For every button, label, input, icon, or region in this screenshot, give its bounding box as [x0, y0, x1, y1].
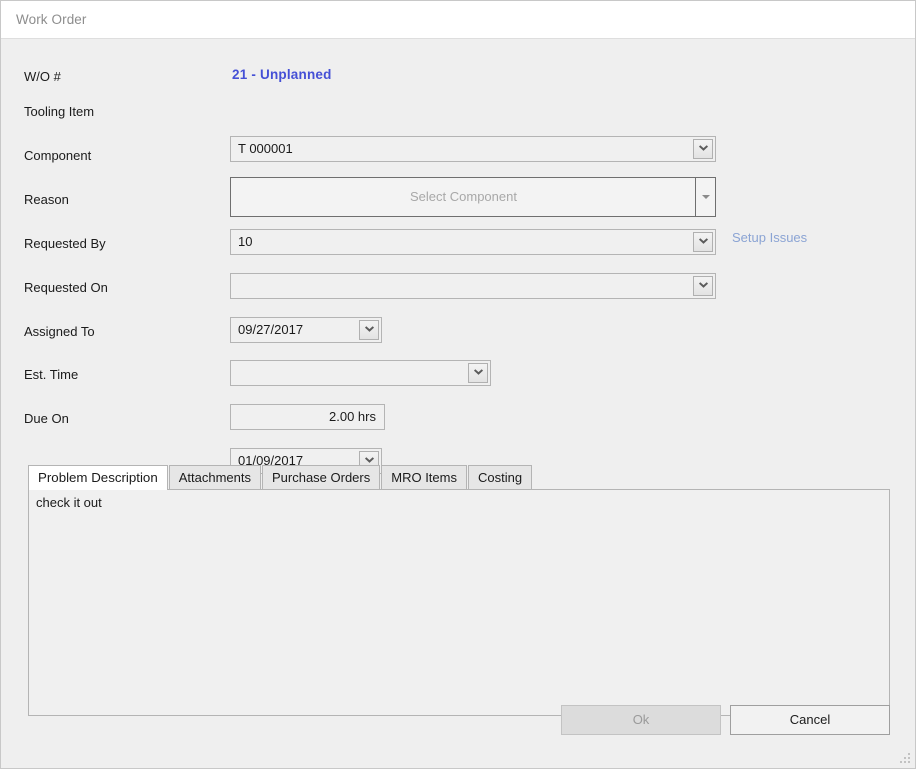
tooling-item-dropdown-button[interactable] — [693, 139, 713, 159]
problem-description-text: check it out — [36, 495, 102, 510]
form-body: W/O # 21 - Unplanned Tooling Item T 0000… — [1, 40, 915, 768]
assigned-to-combobox[interactable] — [230, 360, 491, 386]
label-requested-by: Requested By — [24, 236, 106, 251]
tab-attachments[interactable]: Attachments — [168, 465, 261, 490]
reason-value: 10 — [238, 234, 253, 249]
assigned-to-dropdown-button[interactable] — [468, 363, 488, 383]
component-picker[interactable]: Select Component — [230, 177, 716, 217]
chevron-down-icon — [699, 283, 707, 291]
label-component: Component — [24, 148, 92, 163]
tooling-item-value: T 000001 — [238, 141, 293, 156]
requested-on-datepicker[interactable]: 09/27/2017 — [230, 317, 382, 343]
tab-mro-items[interactable]: MRO Items — [381, 465, 467, 490]
cancel-button[interactable]: Cancel — [730, 705, 890, 735]
caret-down-icon — [701, 195, 710, 199]
wo-number-value: 21 - Unplanned — [232, 67, 332, 82]
chevron-down-icon — [699, 146, 707, 154]
label-est-time: Est. Time — [24, 367, 79, 382]
problem-description-textarea[interactable]: check it out — [28, 489, 890, 716]
label-reason: Reason — [24, 192, 69, 207]
title-bar: Work Order — [1, 1, 915, 39]
chevron-down-icon — [699, 239, 707, 247]
work-order-dialog: Work Order W/O # 21 - Unplanned Tooling … — [0, 0, 916, 769]
resize-grip-icon[interactable] — [898, 753, 911, 766]
chevron-down-icon — [474, 370, 482, 378]
tab-purchase-orders[interactable]: Purchase Orders — [261, 465, 381, 490]
chevron-down-icon — [365, 327, 373, 335]
reason-dropdown-button[interactable] — [693, 232, 713, 252]
label-tooling-item: Tooling Item — [24, 104, 95, 119]
requested-on-dropdown-button[interactable] — [359, 320, 379, 340]
tab-costing[interactable]: Costing — [467, 465, 533, 490]
reason-combobox[interactable]: 10 — [230, 229, 716, 255]
label-assigned-to: Assigned To — [24, 324, 95, 339]
label-requested-on: Requested On — [24, 280, 108, 295]
component-placeholder: Select Component — [410, 189, 517, 204]
label-due-on: Due On — [24, 411, 69, 426]
tab-strip: Problem Description Attachments Purchase… — [28, 465, 533, 490]
component-dropdown-button[interactable] — [695, 178, 715, 216]
requested-by-combobox[interactable] — [230, 273, 716, 299]
tab-problem-description[interactable]: Problem Description — [28, 465, 168, 490]
setup-issues-link[interactable]: Setup Issues — [732, 230, 807, 245]
tooling-item-combobox[interactable]: T 000001 — [230, 136, 716, 162]
label-wo-number: W/O # — [24, 69, 61, 84]
window-title: Work Order — [16, 12, 87, 27]
ok-button[interactable]: Ok — [561, 705, 721, 735]
requested-by-dropdown-button[interactable] — [693, 276, 713, 296]
requested-on-value: 09/27/2017 — [238, 322, 304, 337]
est-time-input[interactable]: 2.00 hrs — [230, 404, 385, 430]
est-time-value: 2.00 hrs — [329, 409, 376, 424]
